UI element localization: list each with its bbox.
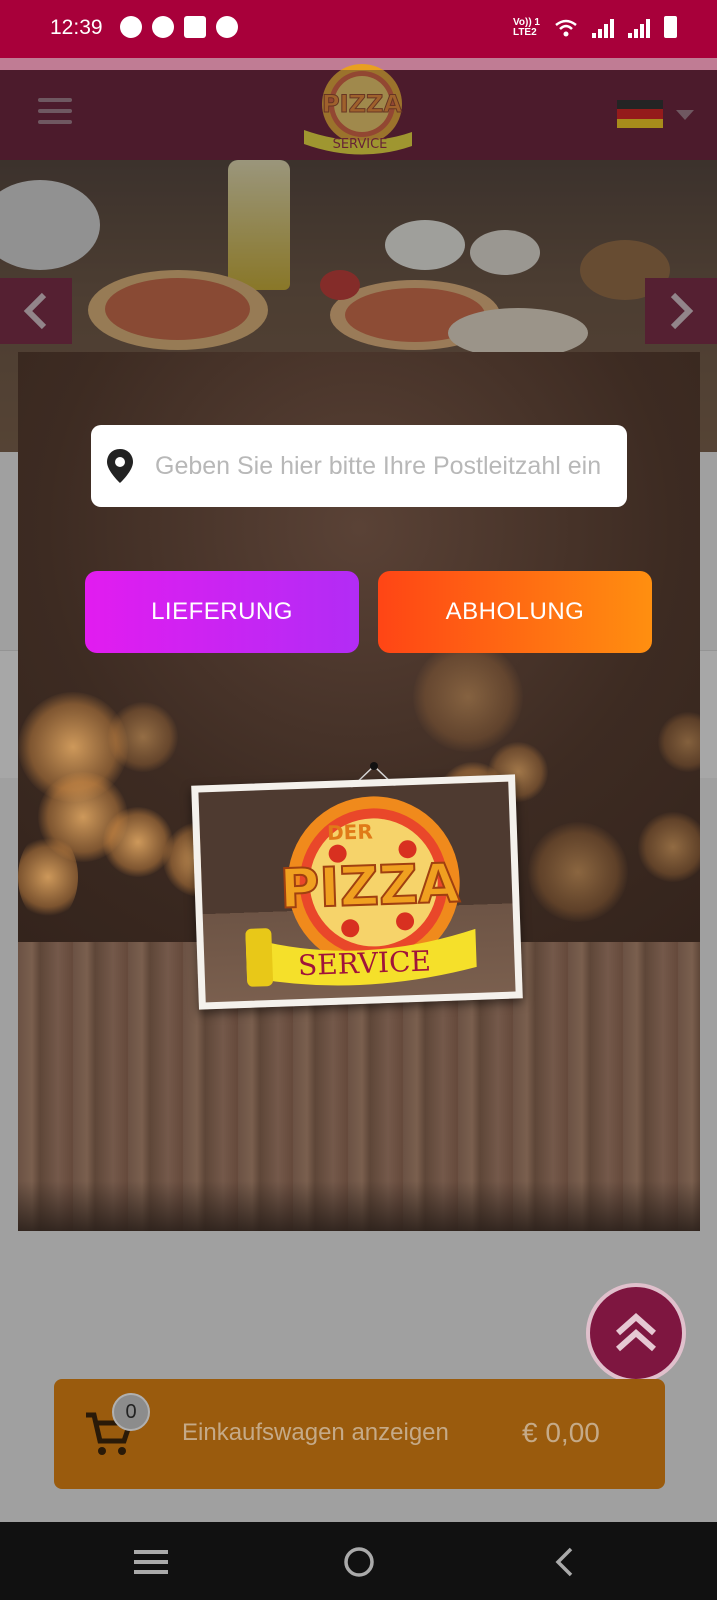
swirl-icon: [216, 16, 238, 38]
system-icons: Vo)) 1 LTE2: [513, 16, 677, 38]
map-pin-icon: [107, 449, 133, 483]
back-icon: [555, 1547, 573, 1577]
recent-apps-icon: [134, 1550, 168, 1574]
logo-text-der: DER: [327, 819, 373, 845]
facebook-icon: [120, 16, 142, 38]
home-button[interactable]: [339, 1542, 379, 1582]
view-cart-bar[interactable]: 0 Einkaufswagen anzeigen € 0,00: [54, 1379, 665, 1489]
view-cart-label: Einkaufswagen anzeigen: [182, 1419, 449, 1446]
logo-photo-frame: DER PIZZA SERVICE: [191, 774, 523, 1010]
cart-total: € 0,00: [522, 1417, 600, 1448]
delivery-button[interactable]: LIEFERUNG: [85, 571, 359, 653]
status-time: 12:39: [50, 16, 103, 39]
speedometer-icon: [152, 16, 174, 38]
signal-icon: [592, 18, 614, 38]
mail-icon: [184, 16, 206, 38]
scroll-to-top-button[interactable]: [586, 1283, 686, 1383]
signal-icon: [628, 18, 650, 38]
home-icon: [344, 1547, 374, 1577]
logo-text: DER PIZZA SERVICE: [278, 819, 462, 982]
double-chevron-up-icon: [616, 1312, 656, 1352]
notification-icons: [120, 16, 238, 38]
network-type: Vo)) 1 LTE2: [513, 18, 540, 38]
cart-count-badge: 0: [112, 1393, 150, 1431]
recent-apps-button[interactable]: [131, 1542, 171, 1582]
back-button[interactable]: [544, 1542, 584, 1582]
battery-icon: [664, 16, 677, 38]
logo-text-service: SERVICE: [298, 944, 432, 982]
postcode-search-box[interactable]: [91, 425, 627, 507]
pickup-button[interactable]: ABHOLUNG: [378, 571, 652, 653]
logo-text-pizza: PIZZA: [279, 851, 461, 920]
system-navigation-bar: [0, 1522, 717, 1600]
postcode-input[interactable]: [155, 451, 625, 481]
network-label-2: LTE2: [512, 27, 537, 38]
status-bar: 12:39 Vo)) 1 LTE2: [0, 0, 717, 58]
wifi-icon: [555, 19, 577, 37]
order-type-modal: LIEFERUNG ABHOLUNG DER PIZZA SERVICE: [18, 352, 700, 1231]
